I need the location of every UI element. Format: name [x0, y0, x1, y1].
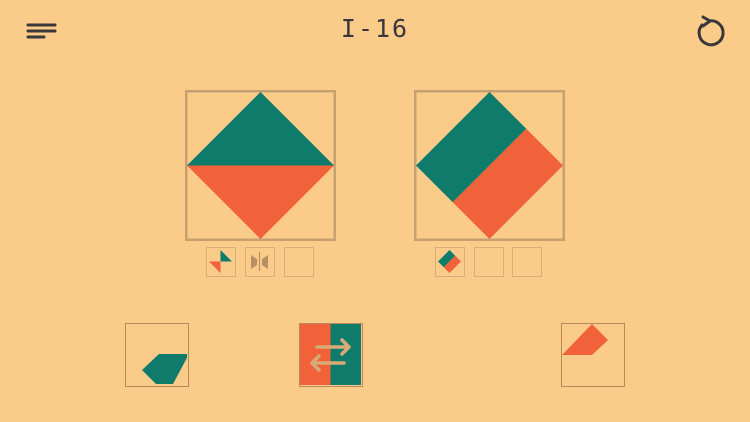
- puzzle-right-slot-3[interactable]: [512, 247, 542, 277]
- tile-orange-corner[interactable]: [561, 323, 625, 387]
- swap-arrows-icon: [300, 324, 361, 385]
- orange-half: [187, 165, 334, 239]
- orange-corner-shape-icon: [562, 324, 608, 355]
- tile-teal-corner[interactable]: [125, 323, 189, 387]
- puzzle-right-diamond: [414, 90, 565, 241]
- level-title: I-16: [340, 14, 410, 43]
- teal-half: [187, 92, 334, 166]
- puzzle-left-board: [185, 90, 336, 241]
- tile-swap[interactable]: [299, 323, 363, 387]
- split-diamond-icon: [438, 250, 461, 273]
- puzzle-left-slot-1[interactable]: [206, 247, 236, 277]
- restart-arrow-icon: [697, 15, 725, 47]
- teal-corner-shape-icon: [142, 354, 187, 384]
- puzzle-left-slot-2[interactable]: [245, 247, 275, 277]
- puzzle-right-slot-1[interactable]: [435, 247, 465, 277]
- puzzle-right-slot-2[interactable]: [474, 247, 504, 277]
- puzzle-left-diamond: [185, 90, 336, 241]
- puzzle-left-slot-3[interactable]: [284, 247, 314, 277]
- restart-button[interactable]: [690, 14, 728, 50]
- mirror-flip-icon: [251, 252, 268, 271]
- split-corner-icon: [209, 250, 232, 273]
- puzzle-right-board: [414, 90, 565, 241]
